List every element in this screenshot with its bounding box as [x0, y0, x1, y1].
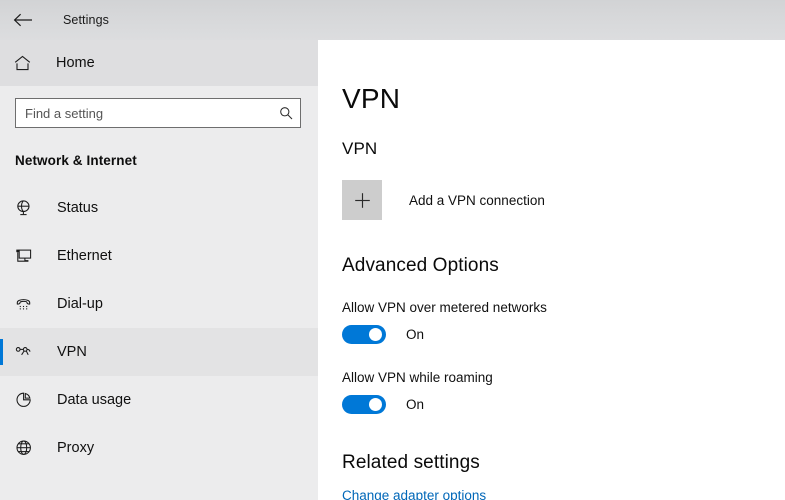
toggle-roaming-state: On [406, 397, 425, 412]
plus-icon [342, 180, 382, 220]
back-button[interactable] [0, 0, 46, 40]
sidebar-item-data-usage-label: Data usage [57, 392, 132, 408]
sidebar-item-status[interactable]: Status [0, 184, 318, 232]
advanced-options-header: Advanced Options [342, 255, 499, 276]
sidebar-item-status-label: Status [57, 200, 99, 216]
window-title: Settings [63, 13, 109, 27]
back-arrow-icon [13, 13, 32, 27]
sidebar: Home Network & Internet [0, 40, 318, 500]
window-body: Home Network & Internet [0, 40, 785, 500]
toggle-roaming-block: Allow VPN while roaming On [342, 370, 785, 414]
sidebar-item-vpn-label: VPN [57, 344, 87, 360]
toggle-metered-networks-row: On [342, 325, 785, 344]
toggle-metered-networks-state: On [406, 327, 425, 342]
add-vpn-connection-button[interactable]: Add a VPN connection [342, 180, 545, 220]
change-adapter-options-link[interactable]: Change adapter options [342, 488, 486, 500]
toggle-knob [369, 398, 382, 411]
search-box[interactable] [15, 98, 301, 128]
sidebar-item-data-usage[interactable]: Data usage [0, 376, 318, 424]
settings-window: Settings Home Find a setting Network & I… [0, 0, 785, 500]
toggle-roaming-label: Allow VPN while roaming [342, 370, 493, 385]
sidebar-item-vpn[interactable]: VPN [0, 328, 318, 376]
sidebar-item-home-label: Home [56, 55, 95, 71]
sidebar-item-ethernet-label: Ethernet [57, 248, 112, 264]
main-content: VPN VPN Add a VPN connection Advanced Op… [318, 40, 785, 500]
title-bar: Settings [0, 0, 785, 40]
sidebar-item-dialup-label: Dial-up [57, 296, 103, 312]
sidebar-item-home[interactable]: Home [0, 40, 318, 86]
vpn-icon [15, 343, 37, 361]
sidebar-item-proxy-label: Proxy [57, 440, 95, 456]
toggle-knob [369, 328, 382, 341]
sidebar-item-proxy[interactable]: Proxy [0, 424, 318, 472]
search-container [0, 86, 318, 128]
ethernet-icon [15, 247, 37, 265]
sidebar-category-title: Network & Internet [15, 153, 137, 168]
network-status-icon [15, 199, 37, 217]
toggle-metered-networks-label: Allow VPN over metered networks [342, 300, 547, 315]
sidebar-nav-list: Status Ethernet Dial-up VPN Data usage P… [0, 184, 318, 472]
globe-icon [15, 439, 37, 457]
toggle-roaming-row: On [342, 395, 785, 414]
toggle-metered-networks[interactable] [342, 325, 386, 344]
page-title: VPN [342, 83, 401, 114]
home-icon [14, 55, 36, 71]
sidebar-item-dialup[interactable]: Dial-up [0, 280, 318, 328]
add-vpn-connection-label: Add a VPN connection [409, 192, 545, 208]
toggle-metered-networks-block: Allow VPN over metered networks On [342, 300, 785, 344]
pie-chart-icon [15, 391, 37, 409]
sidebar-item-ethernet[interactable]: Ethernet [0, 232, 318, 280]
toggle-roaming[interactable] [342, 395, 386, 414]
vpn-section-header: VPN [342, 139, 378, 158]
search-icon[interactable] [279, 106, 293, 120]
dialup-phone-icon [15, 295, 37, 313]
search-input[interactable] [16, 99, 300, 127]
related-settings-header: Related settings [342, 452, 480, 473]
